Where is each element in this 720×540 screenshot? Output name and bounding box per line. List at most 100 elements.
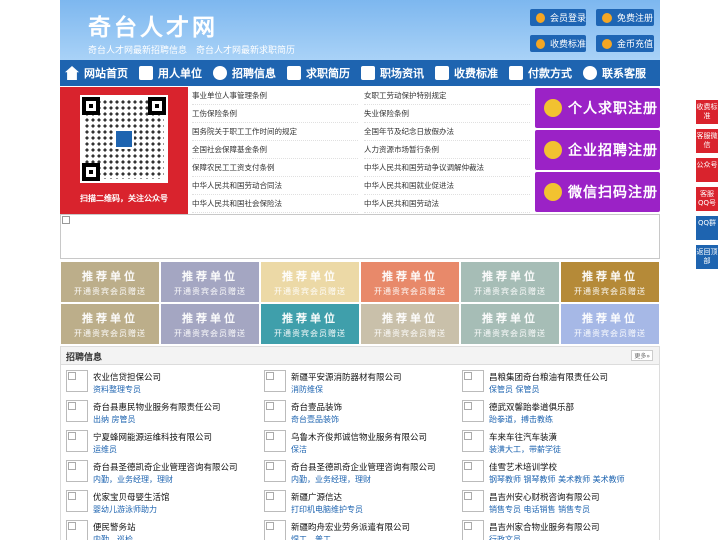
- law-link[interactable]: 中华人民共和国就业促进法: [364, 177, 530, 195]
- law-link[interactable]: 全国社会保障基金条例: [192, 141, 358, 159]
- company-jobs[interactable]: 消防维保: [291, 384, 323, 395]
- company-jobs[interactable]: 奇台壹品装饰: [291, 414, 339, 425]
- promo-tile[interactable]: 推荐单位 开通贵宾会员赠送: [161, 262, 259, 302]
- company-name[interactable]: 新疆昀舟宏业劳务派遣有限公司: [291, 521, 410, 533]
- promo-tile[interactable]: 推荐单位 开通贵宾会员赠送: [561, 304, 659, 344]
- company-name[interactable]: 农业信贷担保公司: [93, 371, 161, 383]
- nav-payment[interactable]: 付款方式: [504, 60, 578, 86]
- company-listing[interactable]: 奇台县惠民物业服务有限责任公司 出纳 房管员: [61, 399, 256, 429]
- company-name[interactable]: 奇台县惠民物业服务有限责任公司: [93, 401, 221, 413]
- site-title[interactable]: 奇台人才网: [88, 8, 218, 42]
- law-link[interactable]: 中华人民共和国社会保险法: [192, 195, 358, 213]
- personal-register-button[interactable]: 个人求职注册: [535, 88, 660, 128]
- company-listing[interactable]: 德武双馨跆拳道俱乐部 跆拳道，搏击教练: [457, 399, 652, 429]
- promo-tile[interactable]: 推荐单位 开通贵宾会员赠送: [461, 262, 559, 302]
- law-link[interactable]: 全国年节及纪念日放假办法: [364, 123, 530, 141]
- promo-tile[interactable]: 推荐单位 开通贵宾会员赠送: [261, 304, 359, 344]
- company-jobs[interactable]: 焊工，普工: [291, 534, 331, 540]
- nav-jobs[interactable]: 招聘信息: [208, 60, 282, 86]
- promo-tile[interactable]: 推荐单位 开通贵宾会员赠送: [61, 262, 159, 302]
- company-listing[interactable]: 新疆平安源消防器材有限公司 消防维保: [259, 369, 454, 399]
- fee-standard-button[interactable]: 收费标准: [530, 35, 586, 52]
- company-listing[interactable]: 车来车往汽车装潢 装潢大工，带薪学徒: [457, 429, 652, 459]
- company-listing[interactable]: 昌粮集团奇台粮油有限责任公司 保管员 保管员: [457, 369, 652, 399]
- company-listing[interactable]: 新疆昀舟宏业劳务派遣有限公司 焊工，普工: [259, 519, 454, 540]
- company-logo[interactable]: [462, 400, 484, 422]
- company-listing[interactable]: 奇台县圣德凯奇企业管理咨询有限公司 内勤，业务经理，理财: [259, 459, 454, 489]
- banner-placeholder[interactable]: [60, 214, 660, 259]
- law-link[interactable]: 中华人民共和国劳动合同法: [192, 177, 358, 195]
- company-logo[interactable]: [462, 490, 484, 512]
- company-jobs[interactable]: 出纳 房管员: [93, 414, 136, 425]
- company-name[interactable]: 昌粮集团奇台粮油有限责任公司: [489, 371, 608, 383]
- company-logo[interactable]: [264, 460, 286, 482]
- company-jobs[interactable]: 内勤，业务经理，理财: [93, 474, 173, 485]
- company-name[interactable]: 优家宝贝母婴生活馆: [93, 491, 170, 503]
- company-name[interactable]: 便民警务站: [93, 521, 136, 533]
- company-jobs[interactable]: 内勤，业务经理，理财: [291, 474, 371, 485]
- law-link[interactable]: 保障农民工工资支付条例: [192, 159, 358, 177]
- nav-contact[interactable]: 联系客服: [578, 60, 652, 86]
- company-logo[interactable]: [66, 430, 88, 452]
- company-jobs[interactable]: 行政文员: [489, 534, 521, 540]
- company-logo[interactable]: [462, 460, 484, 482]
- jobs-more-link[interactable]: 更多»: [631, 350, 653, 361]
- company-name[interactable]: 车来车往汽车装潢: [489, 431, 557, 443]
- company-listing[interactable]: 昌吉州安心财税咨询有限公司 销售专员 电话销售 销售专员: [457, 489, 652, 519]
- company-listing[interactable]: 奇台县圣德凯奇企业管理咨询有限公司 内勤，业务经理，理财: [61, 459, 256, 489]
- company-jobs[interactable]: 运维员: [93, 444, 117, 455]
- company-name[interactable]: 昌吉州安心财税咨询有限公司: [489, 491, 600, 503]
- company-listing[interactable]: 奇台壹品装饰 奇台壹品装饰: [259, 399, 454, 429]
- free-register-button[interactable]: 免费注册: [596, 9, 654, 26]
- nav-resumes[interactable]: 求职简历: [282, 60, 356, 86]
- company-register-button[interactable]: 企业招聘注册: [535, 130, 660, 170]
- company-logo[interactable]: [66, 400, 88, 422]
- company-jobs[interactable]: 跆拳道，搏击教练: [489, 414, 553, 425]
- company-name[interactable]: 奇台县圣德凯奇企业管理咨询有限公司: [291, 461, 436, 473]
- company-name[interactable]: 奇台壹品装饰: [291, 401, 342, 413]
- side-float-button[interactable]: 收费标准: [696, 100, 718, 124]
- company-jobs[interactable]: 婴幼儿游泳师助力: [93, 504, 157, 515]
- company-listing[interactable]: 乌鲁木齐俊邦诚信物业服务有限公司 保洁: [259, 429, 454, 459]
- gold-recharge-button[interactable]: 金币充值: [596, 35, 654, 52]
- promo-tile[interactable]: 推荐单位 开通贵宾会员赠送: [361, 262, 459, 302]
- promo-tile[interactable]: 推荐单位 开通贵宾会员赠送: [261, 262, 359, 302]
- company-listing[interactable]: 农业信贷担保公司 资料整理专员: [61, 369, 256, 399]
- side-float-button[interactable]: 公众号: [696, 158, 718, 182]
- company-logo[interactable]: [66, 490, 88, 512]
- company-jobs[interactable]: 保洁: [291, 444, 307, 455]
- law-link[interactable]: 失业保险条例: [364, 105, 530, 123]
- company-jobs[interactable]: 保管员 保管员: [489, 384, 540, 395]
- company-logo[interactable]: [462, 430, 484, 452]
- company-name[interactable]: 昌吉州家合物业服务有限公司: [489, 521, 600, 533]
- nav-news[interactable]: 职场资讯: [356, 60, 430, 86]
- promo-tile[interactable]: 推荐单位 开通贵宾会员赠送: [161, 304, 259, 344]
- law-link[interactable]: 工伤保险条例: [192, 105, 358, 123]
- company-logo[interactable]: [264, 370, 286, 392]
- side-float-button[interactable]: 返回顶部: [696, 245, 718, 269]
- promo-tile[interactable]: 推荐单位 开通贵宾会员赠送: [461, 304, 559, 344]
- company-logo[interactable]: [264, 520, 286, 540]
- company-jobs[interactable]: 销售专员 电话销售 销售专员: [489, 504, 590, 515]
- promo-tile[interactable]: 推荐单位 开通贵宾会员赠送: [561, 262, 659, 302]
- side-float-button[interactable]: 客服QQ号: [696, 187, 718, 211]
- company-listing[interactable]: 新疆广源信达 打印机电脑维护专员: [259, 489, 454, 519]
- company-listing[interactable]: 宁夏蜂网能源运维科技有限公司 运维员: [61, 429, 256, 459]
- company-logo[interactable]: [66, 460, 88, 482]
- law-link[interactable]: 女职工劳动保护特别规定: [364, 87, 530, 105]
- company-name[interactable]: 新疆广源信达: [291, 491, 342, 503]
- company-name[interactable]: 新疆平安源消防器材有限公司: [291, 371, 402, 383]
- company-name[interactable]: 乌鲁木齐俊邦诚信物业服务有限公司: [291, 431, 427, 443]
- company-name[interactable]: 宁夏蜂网能源运维科技有限公司: [93, 431, 212, 443]
- side-float-button[interactable]: 客服微信: [696, 129, 718, 153]
- company-jobs[interactable]: 资料整理专员: [93, 384, 141, 395]
- nav-employers[interactable]: 用人单位: [134, 60, 208, 86]
- company-jobs[interactable]: 装潢大工，带薪学徒: [489, 444, 561, 455]
- company-listing[interactable]: 昌吉州家合物业服务有限公司 行政文员: [457, 519, 652, 540]
- member-login-button[interactable]: 会员登录: [530, 9, 586, 26]
- nav-home[interactable]: 网站首页: [60, 60, 134, 86]
- company-listing[interactable]: 佳雪艺术培训学校 钢琴教师 钢琴教师 美术教师 美术教师: [457, 459, 652, 489]
- company-logo[interactable]: [264, 490, 286, 512]
- company-name[interactable]: 佳雪艺术培训学校: [489, 461, 557, 473]
- company-jobs[interactable]: 打印机电脑维护专员: [291, 504, 363, 515]
